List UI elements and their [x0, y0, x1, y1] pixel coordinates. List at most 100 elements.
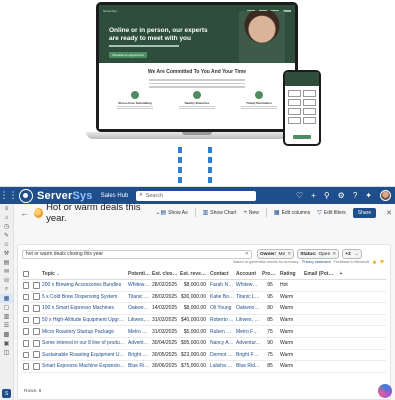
- column-header[interactable]: Est. close ...: [152, 271, 180, 277]
- user-avatar[interactable]: [380, 190, 391, 201]
- row-checkbox[interactable]: [22, 282, 32, 289]
- hub-name[interactable]: Sales Hub: [101, 193, 129, 199]
- topic-cell[interactable]: 5 x Cold Brew Dispensing System: [42, 294, 128, 300]
- account-cell[interactable]: Oakwood...: [236, 305, 262, 311]
- column-header[interactable]: Account: [236, 271, 262, 277]
- potential-customer-cell[interactable]: Whitewat...: [128, 282, 152, 288]
- gear-icon[interactable]: ⚙: [338, 191, 345, 200]
- filter-icon[interactable]: ⚲: [324, 191, 330, 200]
- row-checkbox[interactable]: [22, 340, 32, 347]
- contact-cell[interactable]: Katie Boer...: [210, 294, 236, 300]
- account-cell[interactable]: Blue Ridg...: [236, 363, 262, 369]
- back-arrow-icon[interactable]: ←: [20, 208, 29, 218]
- account-cell[interactable]: Metro Fo...: [236, 329, 262, 335]
- close-icon[interactable]: ✕: [386, 209, 392, 217]
- add-column-icon[interactable]: +: [338, 271, 346, 277]
- filter-chip-status[interactable]: Status: Open ✕: [297, 249, 340, 259]
- grid-icon[interactable]: ▩: [0, 330, 13, 339]
- home-icon[interactable]: ⌂: [0, 213, 13, 222]
- thumbs-up-icon[interactable]: 👍: [372, 260, 376, 264]
- share-button[interactable]: Share: [352, 207, 377, 218]
- lightbulb-icon[interactable]: ♡: [296, 191, 303, 200]
- people-icon[interactable]: ☺: [0, 240, 13, 249]
- row-checkbox[interactable]: [22, 293, 32, 301]
- topic-cell[interactable]: Sustainable Roasting Equipment Upgrade: [42, 352, 128, 358]
- topic-cell[interactable]: 100 x Smart Espresso Machines: [42, 305, 128, 311]
- new-button[interactable]: + New: [243, 210, 259, 216]
- table-row[interactable]: Some interest in our 8 line of products …: [22, 338, 386, 350]
- contacts-icon[interactable]: ▤: [0, 258, 13, 267]
- potential-customer-cell[interactable]: Titanic Lo...: [128, 294, 152, 300]
- doc-icon[interactable]: ▢: [0, 303, 13, 312]
- close-icon[interactable]: ✕: [332, 252, 336, 257]
- potential-customer-cell[interactable]: Blue Ridg...: [128, 363, 152, 369]
- contact-cell[interactable]: Nancy An...: [210, 340, 236, 346]
- contact-cell[interactable]: Oli Young: [210, 305, 236, 311]
- area-switcher-badge[interactable]: S: [2, 389, 11, 398]
- table-row[interactable]: Micro Roastery Startup Package Metro Fo..…: [22, 326, 386, 338]
- show-as-button[interactable]: ▤ Show As: [160, 209, 187, 217]
- potential-customer-cell[interactable]: Adventure...: [128, 340, 152, 346]
- table-row[interactable]: Smart Espresso Machine Expansion - 200 .…: [22, 361, 386, 373]
- account-cell[interactable]: Titanic Lo...: [236, 294, 262, 300]
- report-icon[interactable]: ▥: [0, 312, 13, 321]
- table-row[interactable]: Sustainable Roasting Equipment Upgrade Br…: [22, 350, 386, 362]
- contact-cell[interactable]: Roberto ...: [210, 317, 236, 323]
- contact-cell[interactable]: Ruben He...: [210, 329, 236, 335]
- calendar-icon[interactable]: ▣: [0, 339, 13, 348]
- topic-cell[interactable]: Smart Espresso Machine Expansion - 200 .…: [42, 363, 128, 369]
- table-row[interactable]: 200 x Brewing Accessories Bundles Whitewa…: [22, 280, 386, 292]
- select-all-checkbox[interactable]: [22, 270, 32, 278]
- table-row[interactable]: 50 x High-Altitude Equipment Upgrade Lilr…: [22, 315, 386, 327]
- row-checkbox[interactable]: [22, 328, 32, 335]
- menu-icon[interactable]: ≡: [0, 204, 13, 213]
- column-header[interactable]: Probabil...: [262, 271, 280, 277]
- topic-cell[interactable]: 200 x Brewing Accessories Bundles: [42, 282, 128, 288]
- row-checkbox[interactable]: [22, 351, 32, 359]
- topic-cell[interactable]: Micro Roastery Startup Package: [42, 329, 128, 335]
- potential-customer-cell[interactable]: Metro Fo...: [128, 329, 152, 335]
- potential-customer-cell[interactable]: Oakwood...: [128, 305, 152, 311]
- edit-columns-button[interactable]: ▦ Edit columns: [274, 209, 310, 217]
- view-title[interactable]: Hot or warm deals this year.: [46, 202, 152, 224]
- contact-cell[interactable]: Dermot O...: [210, 352, 236, 358]
- natural-language-filter-input[interactable]: hot or warm deals closing this year ✕: [22, 249, 252, 259]
- build-icon[interactable]: ⚒: [0, 249, 13, 258]
- thumbs-down-icon[interactable]: 👎: [380, 260, 384, 264]
- topic-cell[interactable]: 50 x High-Altitude Equipment Upgrade: [42, 317, 128, 323]
- show-chart-button[interactable]: ▥ Show Chart: [203, 209, 237, 217]
- contact-cell[interactable]: Lalisha P...: [210, 363, 236, 369]
- global-search-input[interactable]: ⌕ Search: [136, 190, 257, 201]
- clear-icon[interactable]: ✕: [245, 251, 251, 257]
- opportunities-icon[interactable]: ▦: [0, 294, 13, 303]
- pin-icon[interactable]: ✎: [0, 231, 13, 240]
- contact-cell[interactable]: Farah Nic...: [210, 282, 236, 288]
- account-cell[interactable]: Lilrwex, In...: [236, 317, 262, 323]
- filter-chip-more[interactable]: +2 ⌄: [342, 249, 362, 259]
- potential-customer-cell[interactable]: Bright Fut...: [128, 352, 152, 358]
- recent-icon[interactable]: ◷: [0, 222, 13, 231]
- edit-filters-button[interactable]: ▽ Edit filters: [317, 209, 346, 217]
- column-header[interactable]: Rating: [280, 271, 304, 277]
- box-icon[interactable]: ◫: [0, 348, 13, 357]
- plus-icon[interactable]: +: [311, 191, 316, 200]
- account-cell[interactable]: Bright Fut...: [236, 352, 262, 358]
- help-icon[interactable]: ?: [353, 191, 357, 200]
- topic-cell[interactable]: Some interest in our 8 line of products …: [42, 340, 128, 346]
- list-icon[interactable]: ☰: [0, 321, 13, 330]
- copilot-icon[interactable]: [378, 384, 392, 398]
- close-icon[interactable]: ✕: [287, 252, 291, 257]
- search-icon[interactable]: ⌕: [0, 285, 13, 294]
- row-checkbox[interactable]: [22, 305, 32, 312]
- column-header[interactable]: Potentia...: [128, 271, 152, 277]
- potential-customer-cell[interactable]: Lilrwex, In...: [128, 317, 152, 323]
- account-cell[interactable]: Whitewat...: [236, 282, 262, 288]
- account-cell[interactable]: Adventur...: [236, 340, 262, 346]
- column-header[interactable]: Est. reven...: [180, 271, 210, 277]
- copilot-icon[interactable]: ✦: [365, 191, 372, 200]
- filter-chip-owner[interactable]: Owner: Me ✕: [257, 249, 295, 259]
- table-row[interactable]: 5 x Cold Brew Dispensing System Titanic L…: [22, 292, 386, 304]
- privacy-link[interactable]: Privacy statement: [302, 260, 331, 264]
- column-header[interactable]: Email (Potential ...: [304, 271, 338, 277]
- table-row[interactable]: 100 x Smart Espresso Machines Oakwood... 1…: [22, 303, 386, 315]
